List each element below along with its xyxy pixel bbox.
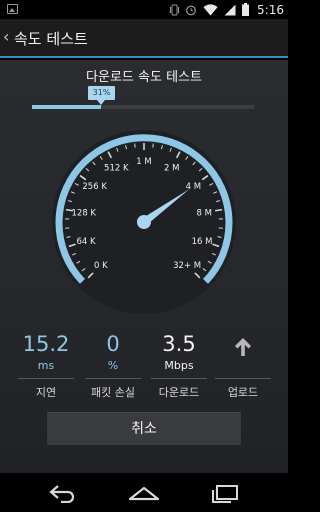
stat-download: 3.5 Mbps 다운로드 [147,332,211,399]
chevron-left-icon[interactable]: ‹ [3,27,9,46]
arrow-up-icon [235,338,251,356]
gauge-label: 0 K [94,261,108,271]
download-divider [151,378,207,379]
status-time: 5:16 [257,2,284,17]
gallery-icon [7,4,18,14]
gauge-label: 1 M [136,157,151,167]
test-title: 다운로드 속도 테스트 [86,70,202,85]
gauge-label: 64 K [76,237,96,247]
upload-divider [215,378,271,379]
signal-icon [224,4,236,15]
wifi-icon [203,3,218,15]
back-icon[interactable] [49,483,77,503]
download-unit: Mbps [164,359,194,372]
progress-fill [32,105,101,109]
gauge-label: 16 M [192,237,213,247]
packet-loss-label: 패킷 손실 [91,386,135,399]
status-icons: 5:16 [170,2,284,17]
battery-icon [242,3,250,16]
progress-percent-badge: 31% [88,86,115,105]
latency-value: 15.2 [22,332,70,356]
stats-row: 15.2 ms 지연 0 % 패킷 손실 3.5 Mbps 다운로드 업로드 [0,332,288,399]
speed-gauge: 0 K 64 K 128 K 256 K 512 K 1 M 2 M 4 M 8 M 16 M 32… [52,130,236,314]
latency-divider [18,378,74,379]
status-bar: 5:16 [0,0,288,19]
progress-bar [32,105,254,109]
gauge-label: 8 M [197,208,212,218]
latency-unit: ms [37,359,55,372]
alarm-icon [186,5,196,15]
upload-label: 업로드 [227,386,259,399]
page-title[interactable]: 속도 테스트 [14,28,88,49]
navigation-bar [0,473,288,512]
home-icon[interactable] [128,483,160,503]
gauge-label: 4 M [186,182,201,192]
action-bar: ‹ 속도 테스트 [0,19,288,58]
stat-latency: 15.2 ms 지연 [14,332,78,399]
stat-packet-loss: 0 % 패킷 손실 [81,332,145,399]
cancel-button[interactable]: 취소 [47,412,241,445]
gauge-major-tick [214,208,223,212]
latency-label: 지연 [35,386,57,399]
gauge-label: 2 M [164,164,179,174]
download-value: 3.5 [162,332,196,356]
gauge-label: 32+ M [173,261,201,271]
packet-loss-value: 0 [106,332,120,356]
vibrate-icon [170,4,180,15]
gauge-label: 512 K [104,164,129,174]
packet-loss-unit: % [107,359,119,372]
packet-loss-divider [85,378,141,379]
download-label: 다운로드 [158,386,200,399]
speed-test-panel: 다운로드 속도 테스트 31% 0 K 64 K 128 K 256 K 512 K 1 … [0,60,288,473]
stat-upload: 업로드 [211,332,275,399]
gauge-label: 128 K [72,208,97,218]
gauge-hub [137,215,151,229]
recents-icon[interactable] [209,483,239,503]
gauge-label: 256 K [82,182,107,192]
